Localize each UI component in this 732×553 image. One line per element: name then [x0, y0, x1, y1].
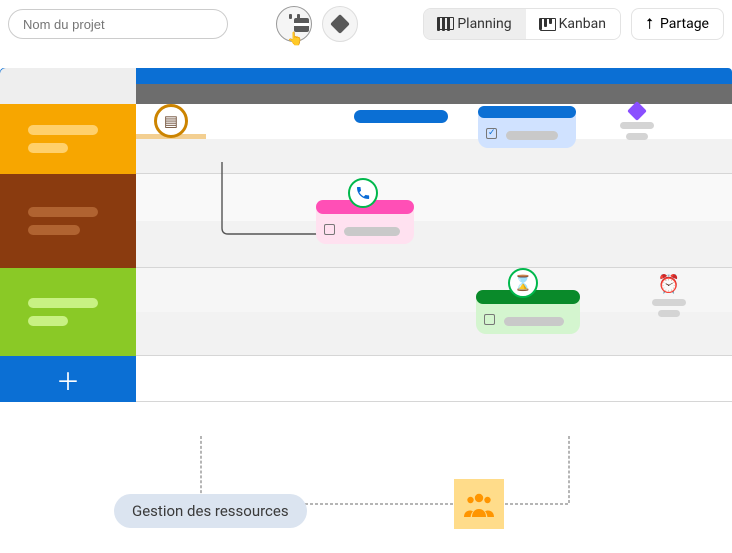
kanban-icon: [540, 18, 552, 31]
phone-badge: [348, 178, 378, 208]
diamond-icon: [627, 101, 647, 121]
resource-dashed-connector: [200, 436, 202, 503]
planning-icon: [438, 17, 450, 31]
resource-dashed-connector: [568, 436, 570, 503]
resources-label: Gestion des ressources: [132, 502, 289, 520]
calendar-create-button[interactable]: 👆: [276, 6, 312, 42]
group-title-placeholder: [28, 125, 98, 135]
group-title-placeholder: [28, 207, 98, 217]
alarm-icon: ⏰: [658, 274, 680, 295]
plus-icon: ＋: [56, 362, 80, 397]
book-badge: ▤: [154, 104, 188, 138]
share-label: Partage: [660, 16, 709, 32]
create-bar-placeholder: [238, 9, 266, 39]
group-subtitle-placeholder: [28, 225, 80, 235]
phone-icon: [355, 185, 371, 201]
milestone-purple[interactable]: [620, 104, 654, 140]
resources-people-box[interactable]: [454, 479, 504, 529]
checkbox-done-icon[interactable]: [486, 128, 497, 139]
project-name-input[interactable]: [8, 9, 228, 39]
book-icon: ▤: [164, 112, 178, 130]
milestone-create-button[interactable]: [322, 6, 358, 42]
milestone-alarm[interactable]: ⏰: [652, 274, 686, 317]
tab-planning[interactable]: Planning: [424, 9, 525, 39]
resources-tag[interactable]: Gestion des ressources: [114, 494, 307, 528]
checkbox-icon[interactable]: [324, 224, 335, 235]
view-switcher: Planning Kanban: [423, 8, 621, 40]
group-subtitle-placeholder: [28, 316, 68, 326]
group-subtitle-placeholder: [28, 143, 68, 153]
group-row-brown[interactable]: [0, 174, 136, 268]
people-icon: [464, 491, 494, 517]
gantt-canvas[interactable]: ▤: [136, 104, 732, 175]
group-row-green[interactable]: [0, 268, 136, 356]
upload-icon: ⭡: [646, 17, 653, 32]
diamond-icon: [330, 14, 350, 34]
pointer-cursor-icon: 👆: [287, 32, 303, 47]
tab-kanban-label: Kanban: [559, 16, 606, 32]
task-card-blue[interactable]: [478, 106, 576, 148]
hourglass-icon: ⌛: [514, 274, 533, 292]
share-button[interactable]: ⭡ Partage: [631, 8, 724, 40]
checkbox-icon[interactable]: [484, 314, 495, 325]
top-toolbar: 👆 Planning Kanban ⭡ Partage: [0, 0, 732, 48]
left-header-cell: [0, 68, 136, 104]
tab-planning-label: Planning: [457, 16, 511, 32]
gantt-left-column: ＋: [0, 68, 136, 402]
group-title-placeholder: [28, 298, 98, 308]
hourglass-badge: ⌛: [508, 268, 538, 298]
task-bar-blue[interactable]: [354, 110, 448, 123]
add-group-button[interactable]: ＋: [0, 356, 136, 402]
group-row-orange[interactable]: [0, 104, 136, 174]
tab-kanban[interactable]: Kanban: [526, 9, 620, 39]
